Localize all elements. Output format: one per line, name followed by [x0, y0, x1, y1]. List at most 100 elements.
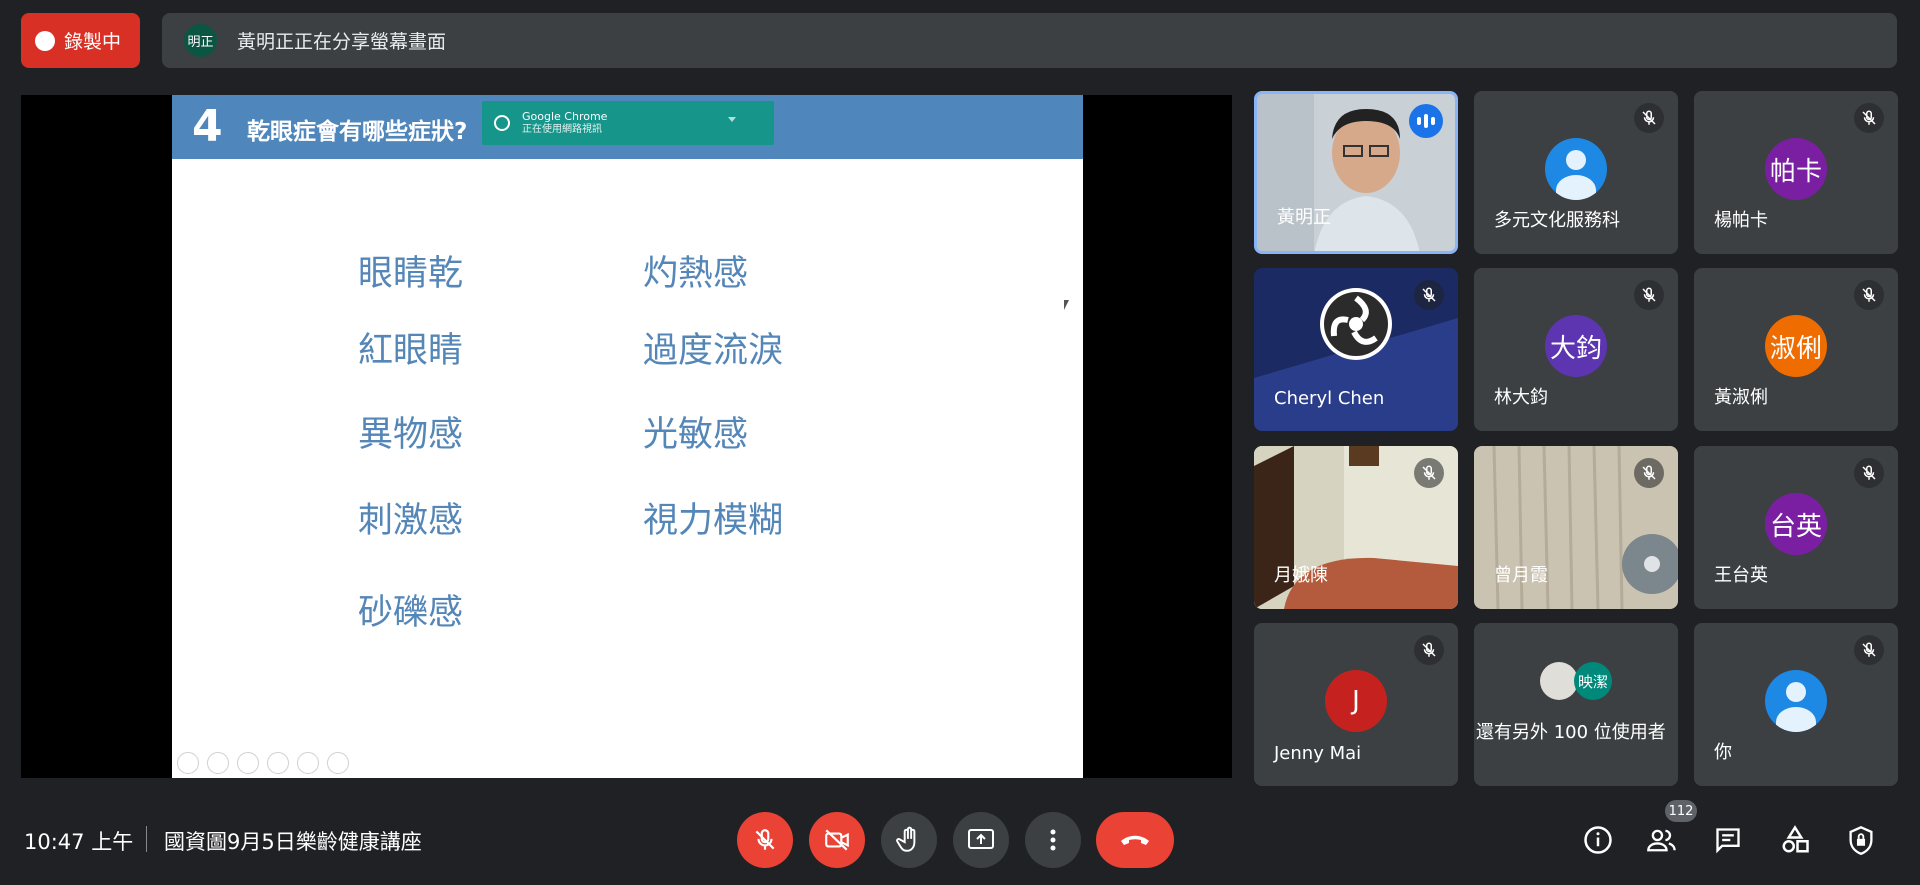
record-dot-icon [35, 30, 55, 51]
symptom-left: 眼睛乾 [358, 254, 464, 294]
mic-off-icon [1414, 635, 1444, 665]
chevron-down-icon [728, 117, 736, 122]
host-controls-button[interactable] [1843, 822, 1879, 858]
symptom-left: 紅眼睛 [358, 331, 464, 371]
mic-off-icon [1634, 103, 1664, 133]
symptom-left: 砂礫感 [358, 593, 464, 633]
presenter-avatar: 明正 [184, 24, 217, 57]
camera-off-icon [825, 829, 849, 851]
participant-tile[interactable]: 淑俐 黃淑俐 [1694, 268, 1898, 431]
chrome-camera-notice: Google Chrome 正在使用網路視訊 [482, 101, 774, 145]
slide-title: 乾眼症會有哪些症狀? [247, 119, 468, 145]
hand-icon [896, 826, 916, 852]
next-slide-icon [207, 752, 229, 774]
slides-icon [267, 752, 289, 774]
hang-up-icon [1121, 835, 1149, 845]
presentation-area[interactable]: 4 乾眼症會有哪些症狀? Google Chrome 正在使用網路視訊 眼睛乾 … [21, 95, 1232, 778]
chrome-notice-subtitle: 正在使用網路視訊 [522, 124, 602, 135]
divider [146, 826, 147, 852]
slide-number: 4 [192, 101, 223, 152]
more-vert-icon [1050, 829, 1056, 851]
mic-off-icon [1414, 280, 1444, 310]
mic-toggle-button[interactable] [737, 812, 793, 868]
mic-off-icon [755, 829, 775, 850]
participant-name: 黃淑俐 [1714, 387, 1768, 408]
participant-name: Cheryl Chen [1274, 388, 1385, 409]
participant-tile[interactable]: 曾月霞 [1474, 446, 1678, 609]
chat-button[interactable] [1710, 822, 1746, 858]
presenting-text: 黃明正正在分享螢幕畫面 [237, 31, 447, 53]
raise-hand-button[interactable] [881, 812, 937, 868]
present-button[interactable] [953, 812, 1009, 868]
participant-name: 你 [1714, 742, 1732, 763]
participant-tile[interactable]: 月娥陳 [1254, 446, 1458, 609]
presenting-banner: 明正 黃明正正在分享螢幕畫面 [162, 13, 1897, 68]
slide-header: 4 乾眼症會有哪些症狀? Google Chrome 正在使用網路視訊 [172, 95, 1083, 159]
symptom-right: 光敏感 [643, 415, 749, 455]
participant-tile[interactable]: 多元文化服務科 [1474, 91, 1678, 254]
participant-name: 王台英 [1714, 565, 1768, 586]
avatar [1545, 138, 1607, 200]
more-icon [327, 752, 349, 774]
participant-tile[interactable]: J Jenny Mai [1254, 623, 1458, 786]
participant-tile[interactable]: Cheryl Chen [1254, 268, 1458, 431]
participant-count-badge: 112 [1665, 800, 1697, 822]
people-icon [1647, 829, 1676, 852]
participant-name: 多元文化服務科 [1494, 210, 1620, 231]
mic-off-icon [1854, 280, 1884, 310]
participant-name: 月娥陳 [1274, 565, 1328, 586]
participant-tile[interactable]: 台英 王台英 [1694, 446, 1898, 609]
avatar [1765, 670, 1827, 732]
present-screen-icon [968, 829, 994, 849]
meeting-details-button[interactable] [1580, 822, 1616, 858]
mouse-cursor-icon [1064, 300, 1069, 310]
chrome-notice-title: Google Chrome [522, 110, 608, 123]
participant-name: 曾月霞 [1494, 565, 1548, 586]
mic-off-icon [1854, 458, 1884, 488]
avatar [1540, 662, 1578, 700]
meeting-title: 國資圖9月5日樂齡健康講座 [164, 830, 422, 854]
avatar: 台英 [1765, 493, 1827, 555]
activities-icon [1782, 825, 1809, 853]
chat-icon [1716, 828, 1740, 854]
others-tile[interactable]: 映潔 還有另外 100 位使用者 [1474, 623, 1678, 786]
webcam-icon [494, 115, 510, 131]
speaking-indicator-icon [1409, 104, 1443, 138]
avatar: J [1325, 670, 1387, 732]
recording-indicator[interactable]: 錄製中 [21, 13, 140, 68]
previous-slide-icon [177, 752, 199, 774]
more-options-button[interactable] [1025, 812, 1081, 868]
symptom-right: 灼熱感 [643, 254, 749, 294]
symptom-right: 視力模糊 [643, 501, 784, 541]
others-count-label: 還有另外 100 位使用者 [1476, 722, 1666, 743]
leave-call-button[interactable] [1096, 812, 1174, 868]
mic-off-icon [1634, 280, 1664, 310]
mic-off-icon [1854, 635, 1884, 665]
participant-name: 黃明正 [1277, 207, 1331, 228]
mic-off-icon [1634, 458, 1664, 488]
mic-off-icon [1854, 103, 1884, 133]
participant-tile[interactable]: 黃明正 [1254, 91, 1458, 254]
zoom-icon [297, 752, 319, 774]
camera-toggle-button[interactable] [809, 812, 865, 868]
participant-tile[interactable]: 大鈞 林大鈞 [1474, 268, 1678, 431]
self-tile[interactable]: 你 [1694, 623, 1898, 786]
symptom-left: 刺激感 [358, 501, 464, 541]
avatar: 大鈞 [1545, 315, 1607, 377]
clock: 10:47 上午 [24, 830, 134, 854]
activities-button[interactable] [1777, 822, 1813, 858]
slide: 4 乾眼症會有哪些症狀? Google Chrome 正在使用網路視訊 眼睛乾 … [172, 95, 1083, 778]
mic-off-icon [1414, 458, 1444, 488]
slide-toolbar [177, 752, 349, 774]
avatar: 淑俐 [1765, 315, 1827, 377]
info-icon [1584, 826, 1612, 854]
symptom-right: 過度流淚 [643, 331, 784, 371]
participant-name: 林大鈞 [1494, 387, 1548, 408]
recording-label: 錄製中 [64, 31, 122, 53]
shield-lock-icon [1849, 826, 1873, 855]
people-button[interactable] [1644, 822, 1680, 858]
pen-icon [237, 752, 259, 774]
symptom-left: 異物感 [358, 415, 464, 455]
avatar: 帕卡 [1765, 138, 1827, 200]
participant-tile[interactable]: 帕卡 楊帕卡 [1694, 91, 1898, 254]
